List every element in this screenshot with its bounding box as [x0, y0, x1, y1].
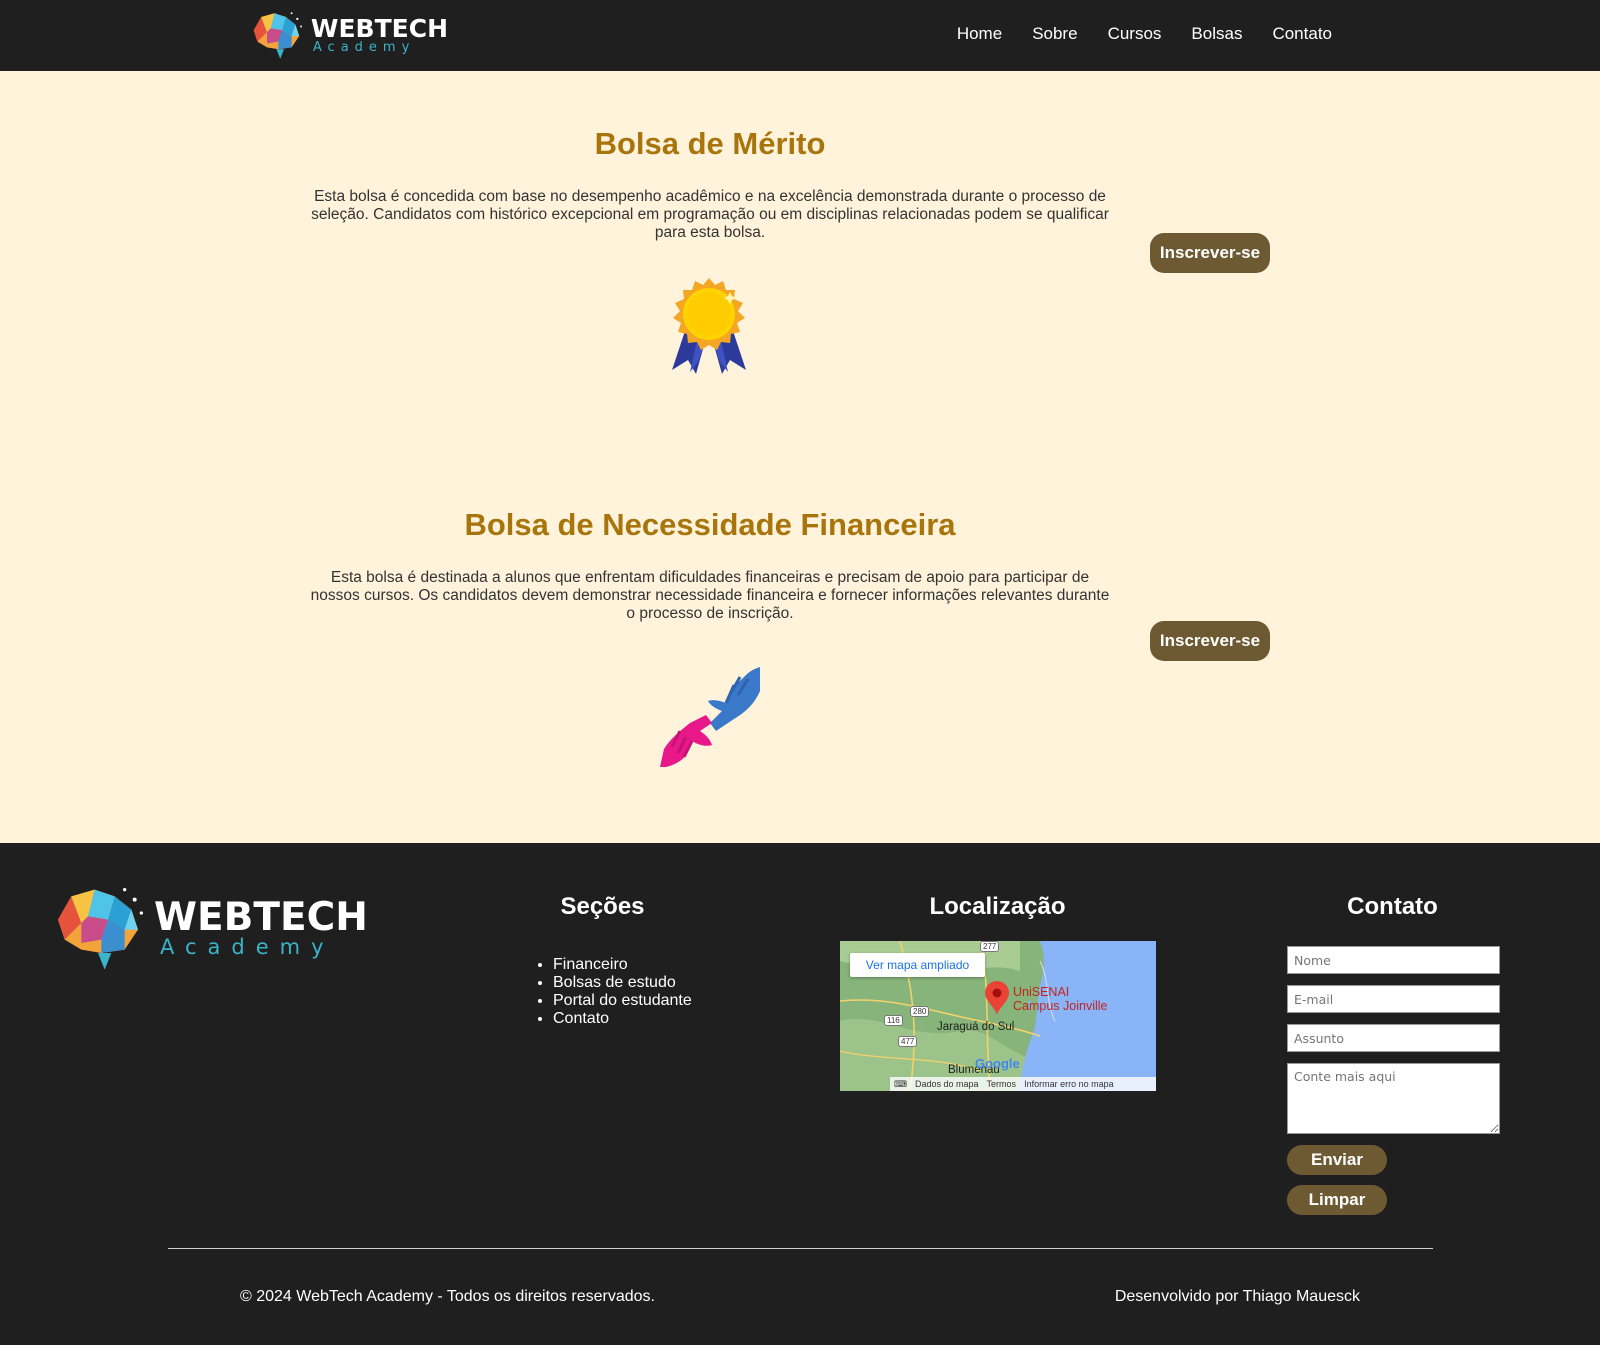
clear-button[interactable]: Limpar [1287, 1185, 1387, 1215]
enroll-button[interactable]: Inscrever-se [1150, 621, 1270, 661]
logo-word: WEBTECH [154, 895, 368, 940]
scholarship-financial-need: Bolsa de Necessidade Financeira Esta bol… [0, 451, 1600, 843]
map-city-label: Jaraguá do Sul [937, 1021, 1015, 1033]
nav-home[interactable]: Home [957, 24, 1002, 44]
nav-bolsas[interactable]: Bolsas [1191, 24, 1242, 44]
location-map[interactable]: Ver mapa ampliado UniSENAI Campus Joinvi… [840, 941, 1156, 1091]
road-badge: 280 [910, 1006, 930, 1017]
helping-hands-icon [660, 667, 760, 767]
brain-logo-icon [253, 12, 303, 59]
enlarge-map-button[interactable]: Ver mapa ampliado [850, 953, 985, 977]
section-link-bolsas[interactable]: Bolsas de estudo [553, 974, 692, 992]
road-badge: 277 [980, 941, 1000, 952]
subject-input[interactable] [1287, 1024, 1500, 1052]
name-input[interactable] [1287, 946, 1500, 974]
road-badge: 116 [884, 1015, 903, 1026]
sections-heading: Seções [560, 893, 645, 920]
brain-logo-icon [58, 888, 143, 970]
main-nav: Home Sobre Cursos Bolsas Contato [957, 24, 1332, 44]
map-attribution: ⌨ Dados do mapa Termos Informar erro no … [890, 1077, 1156, 1091]
site-footer: WEBTECH Academy Seções Financeiro Bolsas… [0, 843, 1600, 1345]
footer-divider [168, 1248, 1433, 1249]
developer-credit: Desenvolvido por Thiago Mauesck [1114, 1288, 1360, 1305]
map-marker-label-2: Campus Joinville [1013, 999, 1108, 1013]
footer-logo[interactable]: WEBTECH Academy [48, 883, 368, 973]
keyboard-icon[interactable]: ⌨ [894, 1077, 907, 1091]
section-link-portal[interactable]: Portal do estudante [553, 992, 692, 1010]
nav-contato[interactable]: Contato [1272, 24, 1332, 44]
google-logo: Google [975, 1056, 1020, 1071]
nav-sobre[interactable]: Sobre [1032, 24, 1077, 44]
scholarship-title: Bolsa de Mérito [594, 126, 826, 161]
logo-sub: Academy [160, 935, 335, 959]
scholarships-main: Bolsa de Mérito Esta bolsa é concedida c… [0, 71, 1600, 843]
copyright-text: © 2024 WebTech Academy - Todos os direit… [240, 1288, 655, 1305]
logo-word: WEBTECH [310, 14, 448, 43]
send-button[interactable]: Enviar [1287, 1145, 1387, 1175]
sections-list: Financeiro Bolsas de estudo Portal do es… [553, 956, 692, 1028]
map-pin-icon[interactable] [985, 981, 1009, 1015]
message-textarea[interactable] [1287, 1063, 1500, 1134]
scholarship-merit: Bolsa de Mérito Esta bolsa é concedida c… [0, 71, 1600, 451]
section-link-contato[interactable]: Contato [553, 1010, 692, 1028]
map-report-link[interactable]: Informar erro no mapa [1024, 1077, 1114, 1091]
scholarship-title: Bolsa de Necessidade Financeira [464, 507, 956, 542]
site-header: WEBTECH Academy Home Sobre Cursos Bolsas… [0, 0, 1600, 71]
location-heading: Localização [929, 893, 1066, 920]
map-terms-link[interactable]: Termos [987, 1077, 1017, 1091]
email-input[interactable] [1287, 985, 1500, 1013]
header-logo[interactable]: WEBTECH Academy [248, 8, 448, 62]
map-data-link[interactable]: Dados do mapa [915, 1077, 979, 1091]
nav-cursos[interactable]: Cursos [1108, 24, 1162, 44]
road-badge: 477 [898, 1036, 918, 1047]
section-link-financeiro[interactable]: Financeiro [553, 956, 692, 974]
enroll-button[interactable]: Inscrever-se [1150, 233, 1270, 273]
scholarship-description: Esta bolsa é concedida com base no desem… [311, 188, 1109, 241]
contact-heading: Contato [1347, 893, 1438, 920]
map-marker-label-1: UniSENAI [1013, 985, 1070, 999]
medal-icon [672, 278, 746, 374]
scholarship-description: Esta bolsa é destinada a alunos que enfr… [310, 569, 1110, 622]
